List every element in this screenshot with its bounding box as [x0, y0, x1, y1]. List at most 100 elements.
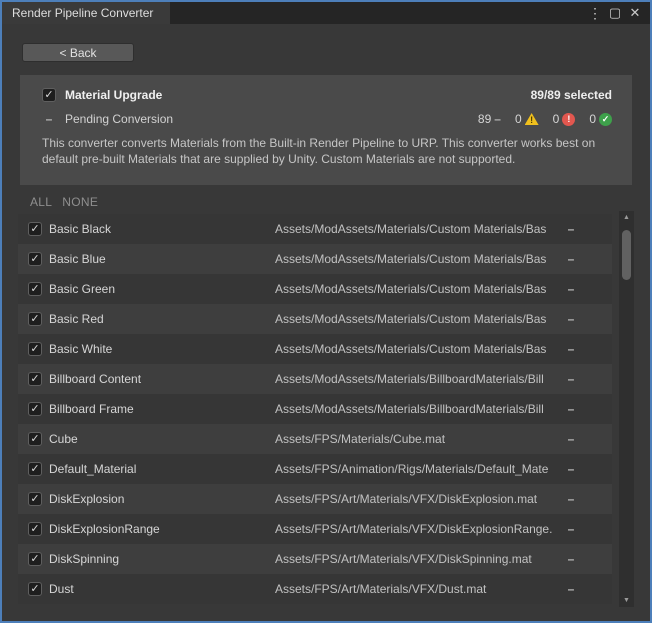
material-path: Assets/ModAssets/Materials/BillboardMate…: [275, 402, 564, 416]
status-badges: 89 – 0 ! 0 ! 0 ✓: [478, 112, 612, 126]
table-row[interactable]: ✓ DiskExplosion Assets/FPS/Art/Materials…: [18, 484, 612, 514]
window-menu-icon[interactable]: ⋮: [587, 5, 603, 22]
table-row[interactable]: ✓ Default_Material Assets/FPS/Animation/…: [18, 454, 612, 484]
material-name: DiskExplosion: [49, 492, 275, 506]
table-row[interactable]: ✓ Billboard Frame Assets/ModAssets/Mater…: [18, 394, 612, 424]
row-checkbox[interactable]: ✓: [28, 312, 42, 326]
material-path: Assets/ModAssets/Materials/Custom Materi…: [275, 222, 564, 236]
row-status-dash-icon: –: [564, 372, 578, 386]
scroll-up-icon[interactable]: ▲: [623, 211, 630, 224]
row-status-dash-icon: –: [564, 282, 578, 296]
material-name: Billboard Frame: [49, 402, 275, 416]
material-path: Assets/FPS/Art/Materials/VFX/Dust.mat: [275, 582, 564, 596]
pending-count: 89: [478, 112, 491, 126]
material-name: Billboard Content: [49, 372, 275, 386]
success-count: 0: [589, 112, 596, 126]
row-status-dash-icon: –: [564, 222, 578, 236]
scroll-down-icon[interactable]: ▼: [623, 594, 630, 607]
converter-title: Material Upgrade: [65, 88, 162, 102]
row-checkbox[interactable]: ✓: [28, 252, 42, 266]
titlebar: Render Pipeline Converter ⋮ ▢ ✕: [2, 2, 650, 24]
conversion-list: ✓ Basic Black Assets/ModAssets/Materials…: [18, 214, 612, 604]
material-path: Assets/FPS/Art/Materials/VFX/DiskSpinnin…: [275, 552, 564, 566]
select-all-button[interactable]: ALL: [30, 195, 52, 209]
foldout-dash-icon: –: [42, 112, 56, 126]
pending-conversion-row[interactable]: – Pending Conversion 89 – 0 ! 0 ! 0 ✓: [42, 112, 612, 126]
render-pipeline-converter-window: Render Pipeline Converter ⋮ ▢ ✕ < Back ✓…: [0, 0, 652, 623]
row-checkbox[interactable]: ✓: [28, 492, 42, 506]
selection-header: ALL NONE: [30, 195, 650, 209]
converter-checkbox[interactable]: ✓: [42, 88, 56, 102]
converter-header: ✓ Material Upgrade 89/89 selected: [42, 88, 612, 102]
row-status-dash-icon: –: [564, 552, 578, 566]
window-title: Render Pipeline Converter: [12, 6, 153, 20]
material-name: Basic White: [49, 342, 275, 356]
material-path: Assets/ModAssets/Materials/Custom Materi…: [275, 342, 564, 356]
row-checkbox[interactable]: ✓: [28, 282, 42, 296]
list-region: ✓ Basic Black Assets/ModAssets/Materials…: [2, 214, 650, 621]
error-count: 0: [553, 112, 560, 126]
table-row[interactable]: ✓ DiskExplosionRange Assets/FPS/Art/Mate…: [18, 514, 612, 544]
row-status-dash-icon: –: [564, 462, 578, 476]
row-checkbox[interactable]: ✓: [28, 222, 42, 236]
warning-icon: !: [525, 113, 539, 125]
row-status-dash-icon: –: [564, 252, 578, 266]
vertical-scrollbar[interactable]: ▲ ▼: [619, 211, 634, 607]
row-status-dash-icon: –: [564, 582, 578, 596]
error-icon: !: [562, 113, 575, 126]
row-checkbox[interactable]: ✓: [28, 402, 42, 416]
row-checkbox[interactable]: ✓: [28, 462, 42, 476]
converter-panel: ✓ Material Upgrade 89/89 selected – Pend…: [20, 75, 632, 185]
table-row[interactable]: ✓ Dust Assets/FPS/Art/Materials/VFX/Dust…: [18, 574, 612, 604]
material-name: DiskSpinning: [49, 552, 275, 566]
material-name: Basic Red: [49, 312, 275, 326]
table-row[interactable]: ✓ Cube Assets/FPS/Materials/Cube.mat –: [18, 424, 612, 454]
material-path: Assets/FPS/Art/Materials/VFX/DiskExplosi…: [275, 492, 564, 506]
row-status-dash-icon: –: [564, 492, 578, 506]
row-checkbox[interactable]: ✓: [28, 432, 42, 446]
selected-count: 89/89 selected: [531, 88, 612, 102]
table-row[interactable]: ✓ Basic Black Assets/ModAssets/Materials…: [18, 214, 612, 244]
material-path: Assets/ModAssets/Materials/Custom Materi…: [275, 312, 564, 326]
back-button[interactable]: < Back: [22, 43, 134, 62]
success-icon: ✓: [599, 113, 612, 126]
material-path: Assets/ModAssets/Materials/Custom Materi…: [275, 282, 564, 296]
row-checkbox[interactable]: ✓: [28, 552, 42, 566]
row-status-dash-icon: –: [564, 402, 578, 416]
back-button-label: < Back: [59, 46, 96, 60]
material-path: Assets/FPS/Materials/Cube.mat: [275, 432, 564, 446]
row-checkbox[interactable]: ✓: [28, 522, 42, 536]
material-name: Default_Material: [49, 462, 275, 476]
row-status-dash-icon: –: [564, 432, 578, 446]
material-path: Assets/ModAssets/Materials/Custom Materi…: [275, 252, 564, 266]
table-row[interactable]: ✓ Basic Blue Assets/ModAssets/Materials/…: [18, 244, 612, 274]
row-status-dash-icon: –: [564, 312, 578, 326]
row-status-dash-icon: –: [564, 342, 578, 356]
converter-description: This converter converts Materials from t…: [42, 135, 618, 167]
material-name: Basic Blue: [49, 252, 275, 266]
window-tab[interactable]: Render Pipeline Converter: [2, 2, 170, 24]
select-none-button[interactable]: NONE: [62, 195, 98, 209]
row-checkbox[interactable]: ✓: [28, 372, 42, 386]
table-row[interactable]: ✓ DiskSpinning Assets/FPS/Art/Materials/…: [18, 544, 612, 574]
row-checkbox[interactable]: ✓: [28, 582, 42, 596]
warning-count: 0: [515, 112, 522, 126]
material-name: Cube: [49, 432, 275, 446]
table-row[interactable]: ✓ Basic Green Assets/ModAssets/Materials…: [18, 274, 612, 304]
material-name: Basic Green: [49, 282, 275, 296]
material-name: DiskExplosionRange: [49, 522, 275, 536]
row-checkbox[interactable]: ✓: [28, 342, 42, 356]
pending-conversion-label: Pending Conversion: [65, 112, 173, 126]
table-row[interactable]: ✓ Basic White Assets/ModAssets/Materials…: [18, 334, 612, 364]
close-icon[interactable]: ✕: [627, 5, 643, 21]
scrollbar-thumb[interactable]: [622, 230, 631, 280]
pending-dash-icon: –: [494, 112, 501, 126]
material-path: Assets/FPS/Animation/Rigs/Materials/Defa…: [275, 462, 564, 476]
material-path: Assets/ModAssets/Materials/BillboardMate…: [275, 372, 564, 386]
window-controls: ⋮ ▢ ✕: [587, 2, 650, 24]
table-row[interactable]: ✓ Basic Red Assets/ModAssets/Materials/C…: [18, 304, 612, 334]
material-path: Assets/FPS/Art/Materials/VFX/DiskExplosi…: [275, 522, 564, 536]
material-name: Basic Black: [49, 222, 275, 236]
table-row[interactable]: ✓ Billboard Content Assets/ModAssets/Mat…: [18, 364, 612, 394]
maximize-icon[interactable]: ▢: [607, 5, 623, 21]
